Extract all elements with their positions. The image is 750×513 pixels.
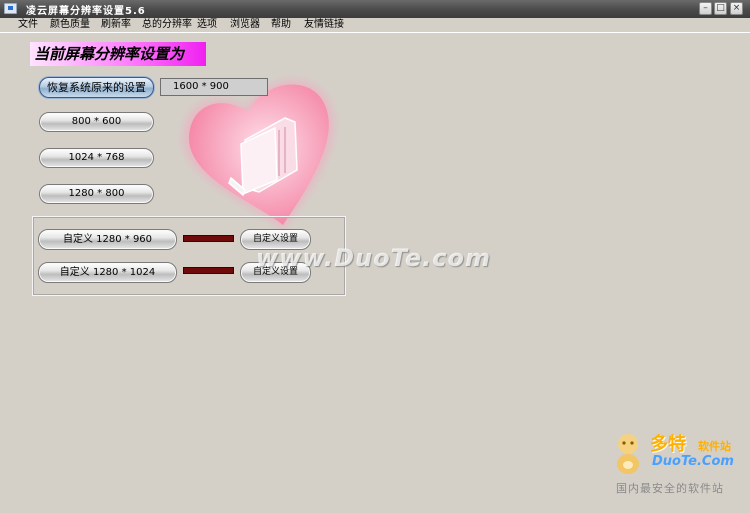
logo-suffix-text: 软件站 [698, 440, 731, 453]
current-resolution-field: 1600 * 900 [160, 78, 268, 96]
custom-1280x960-button[interactable]: 自定义 1280 * 960 [38, 229, 177, 250]
menu-file[interactable]: 文件 [18, 18, 38, 32]
maximize-button[interactable]: □ [714, 2, 727, 15]
minimize-button[interactable]: – [699, 2, 712, 15]
window-title: 凌云屏幕分辨率设置5.6 [26, 6, 146, 17]
menu-friend-links[interactable]: 友情链接 [304, 18, 344, 32]
menu-browser[interactable]: 浏览器 [230, 18, 260, 32]
restore-default-button[interactable]: 恢复系统原来的设置 [39, 77, 154, 98]
logo-cn-text: 多特 [650, 434, 686, 455]
resolution-800x600-button[interactable]: 800 * 600 [39, 112, 154, 132]
custom-1280x1024-button[interactable]: 自定义 1280 * 1024 [38, 262, 177, 283]
custom-1280x960-indicator [183, 235, 234, 242]
custom-1280x1024-indicator [183, 267, 234, 274]
menu-help[interactable]: 帮助 [271, 18, 291, 32]
resolution-1280x800-button[interactable]: 1280 * 800 [39, 184, 154, 204]
logo-slogan: 国内最安全的软件站 [616, 482, 724, 495]
close-button[interactable]: × [730, 2, 743, 15]
resolution-1024x768-button[interactable]: 1024 * 768 [39, 148, 154, 168]
current-resolution-banner: 当前屏幕分辨率设置为 [30, 42, 206, 66]
menu-refresh-rate[interactable]: 刷新率 [101, 18, 131, 32]
title-bar: 凌云屏幕分辨率设置5.6 – □ × [0, 0, 750, 18]
mascot-icon [617, 434, 639, 474]
watermark-url: www.DuoTe.com [256, 244, 491, 272]
logo-en-text: DuoTe.Com [652, 454, 734, 469]
menu-total-resolution[interactable]: 总的分辨率 [142, 18, 192, 32]
menu-options[interactable]: 选项 [197, 18, 217, 32]
menu-bar: 文件 颜色质量 刷新率 总的分辨率 选项 浏览器 帮助 友情链接 [0, 18, 750, 33]
menu-color-quality[interactable]: 颜色质量 [50, 18, 90, 32]
app-window-icon[interactable] [4, 3, 17, 14]
duote-logo-watermark: 多特 软件站 DuoTe.Com 国内最安全的软件站 [612, 430, 746, 498]
